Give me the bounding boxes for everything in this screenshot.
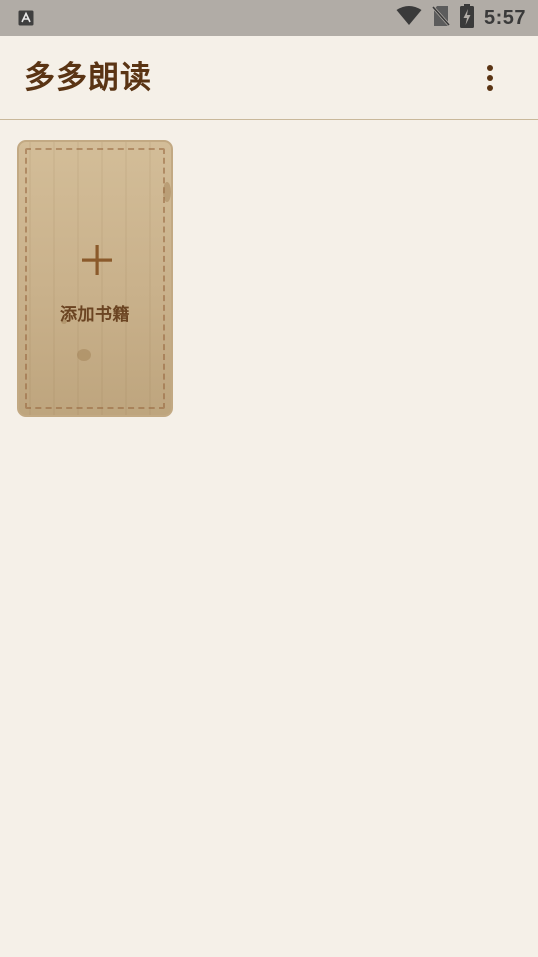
status-icons: 5:57 bbox=[396, 0, 526, 36]
wood-knot bbox=[163, 182, 171, 202]
plus-icon bbox=[81, 244, 113, 276]
more-vert-icon bbox=[486, 64, 494, 96]
add-book-button[interactable]: 添加书籍 bbox=[17, 140, 173, 417]
add-book-label: 添加书籍 bbox=[60, 305, 130, 325]
status-time: 5:57 bbox=[483, 6, 526, 29]
more-options-button[interactable] bbox=[468, 60, 512, 100]
card-dashed-border bbox=[25, 148, 165, 409]
status-bar: 5:57 bbox=[0, 0, 538, 36]
battery-charging-icon bbox=[459, 4, 474, 32]
app-bar: 多多朗读 bbox=[0, 36, 538, 120]
no-sim-icon bbox=[431, 5, 451, 31]
wifi-icon bbox=[396, 6, 422, 30]
app-notification-icon bbox=[18, 10, 34, 26]
bookshelf: 添加书籍 bbox=[0, 120, 538, 957]
page-title: 多多朗读 bbox=[24, 60, 152, 96]
wood-knot bbox=[77, 349, 91, 361]
